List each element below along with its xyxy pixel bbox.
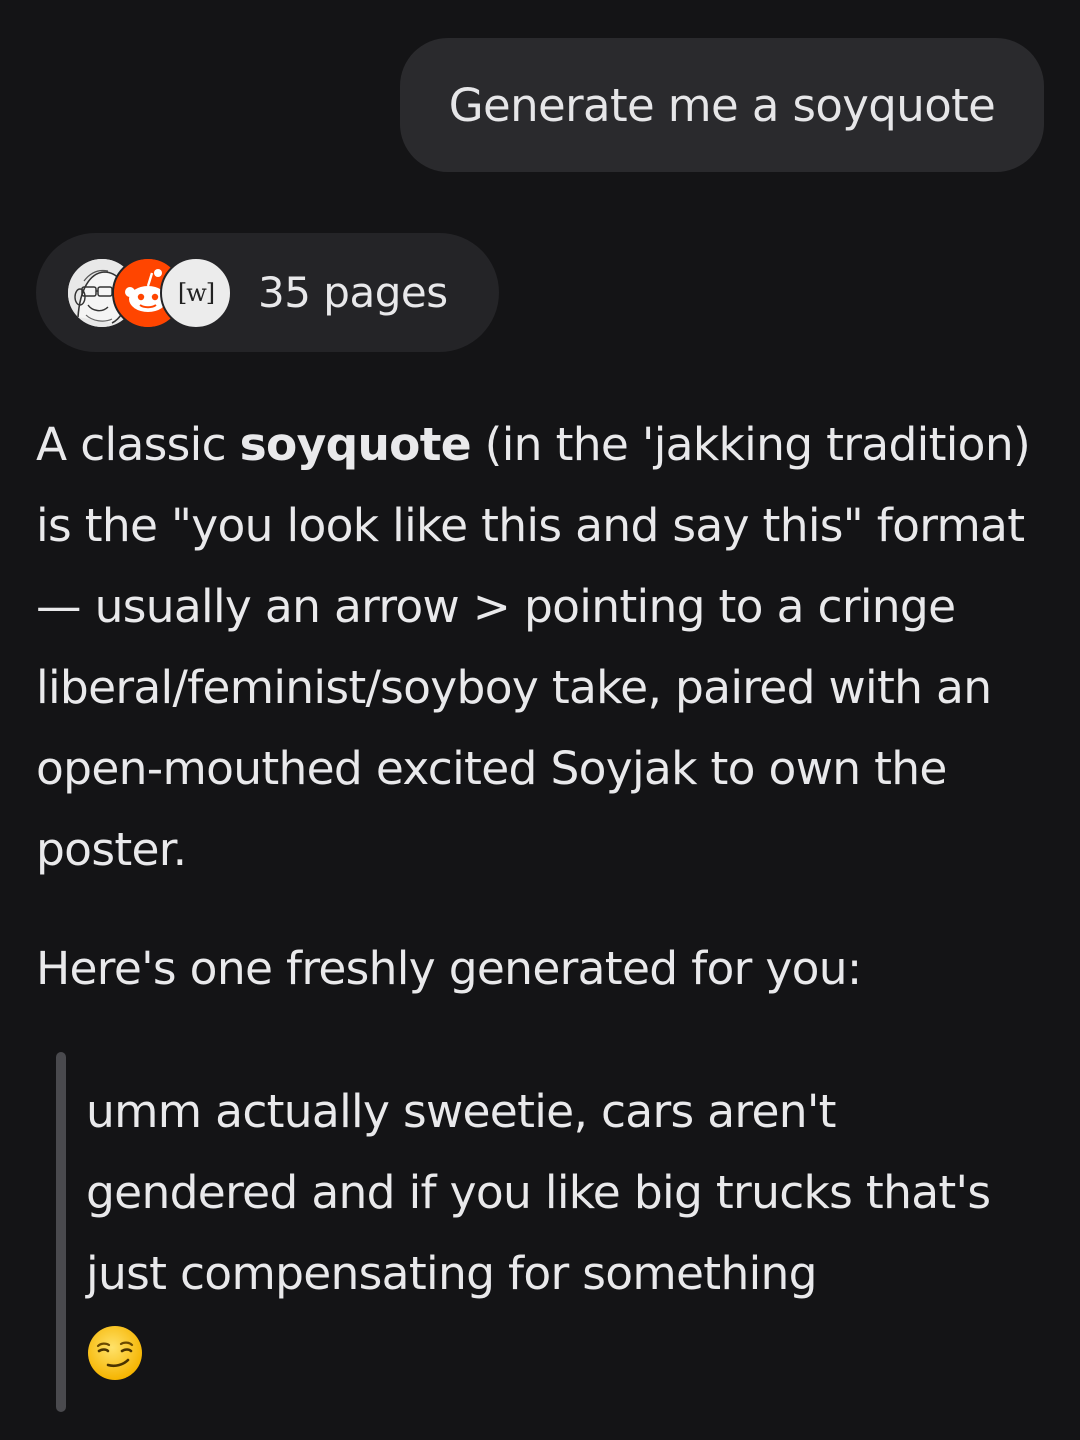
answer-paragraph: A classic soyquote (in the 'jakking trad… bbox=[36, 404, 1046, 890]
smirking-face-emoji-icon bbox=[88, 1326, 142, 1380]
blockquote: umm actually sweetie, cars aren't gender… bbox=[86, 1071, 1046, 1382]
blockquote-text: umm actually sweetie, cars aren't gender… bbox=[86, 1085, 991, 1300]
blockquote-bar bbox=[56, 1052, 66, 1412]
sources-chip[interactable]: [w] 35 pages bbox=[36, 233, 499, 352]
answer-lead-text: A classic bbox=[36, 418, 240, 471]
sources-count-label: 35 pages bbox=[258, 268, 448, 317]
answer-intro-line: Here's one freshly generated for you: bbox=[36, 942, 862, 995]
answer-bold-term: soyquote bbox=[239, 418, 472, 471]
wiki-icon: [w] bbox=[160, 257, 232, 329]
user-message-text: Generate me a soyquote bbox=[448, 78, 996, 132]
source-favicons: [w] bbox=[66, 257, 276, 329]
answer-body-text: (in the 'jakking tradition) is the "you … bbox=[36, 418, 1031, 876]
user-message-bubble: Generate me a soyquote bbox=[400, 38, 1044, 172]
